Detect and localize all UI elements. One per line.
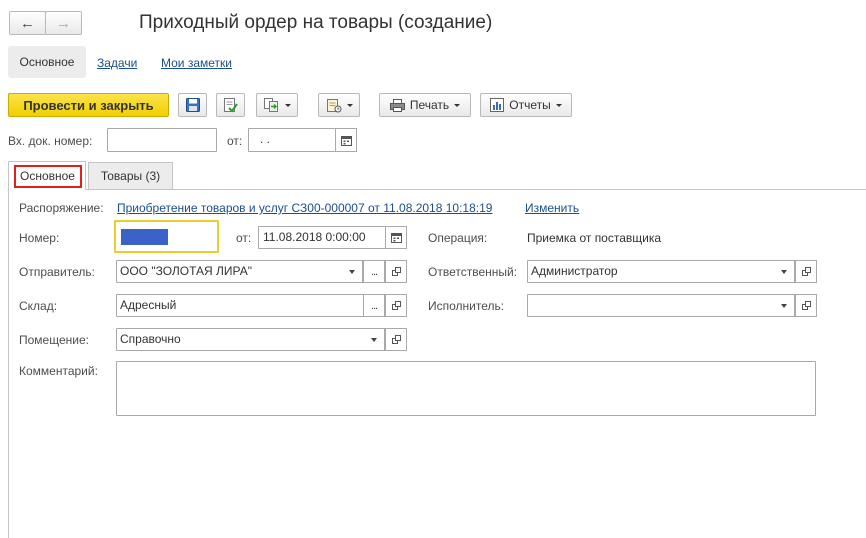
calendar-icon — [340, 135, 352, 146]
date-picker-button[interactable] — [385, 226, 407, 249]
open-icon — [801, 267, 811, 276]
calendar-icon — [390, 233, 402, 243]
forward-button[interactable]: → — [45, 11, 82, 35]
arrow-left-icon: ← — [20, 14, 35, 32]
order-link[interactable]: Приобретение товаров и услуг СЗ00-000007… — [117, 201, 492, 215]
sender-input[interactable]: ООО "ЗОЛОТАЯ ЛИРА" — [116, 260, 364, 283]
incoming-number-label: Вх. док. номер: — [8, 134, 93, 148]
chevron-down-icon — [780, 269, 787, 274]
printer-icon — [389, 98, 405, 112]
incoming-date-input[interactable]: . . — [248, 128, 336, 152]
date-label: от: — [236, 231, 252, 245]
post-and-close-label: Провести и закрыть — [23, 97, 154, 113]
post-document-icon — [224, 97, 238, 113]
responsible-open-button[interactable] — [795, 260, 817, 283]
sender-dropdown-button[interactable] — [341, 260, 363, 283]
room-label: Помещение: — [19, 333, 89, 347]
chevron-down-icon — [780, 303, 787, 308]
warehouse-select-button[interactable]: ... — [363, 294, 385, 317]
warehouse-value: Адресный — [120, 298, 177, 312]
reports-button[interactable]: Отчеты — [480, 93, 572, 117]
incoming-date-label: от: — [227, 134, 243, 148]
responsible-dropdown-button[interactable] — [773, 260, 795, 283]
responsible-label: Ответственный: — [428, 265, 518, 279]
sender-open-button[interactable] — [385, 260, 407, 283]
tab-panel-border — [8, 189, 9, 538]
create-based-on-icon — [263, 98, 278, 112]
chevron-down-icon — [555, 103, 562, 107]
save-button[interactable] — [178, 93, 207, 117]
incoming-number-input-text[interactable] — [111, 129, 213, 151]
order-label: Распоряжение: — [19, 201, 104, 215]
room-value: Справочно — [120, 332, 181, 346]
back-button[interactable]: ← — [9, 11, 46, 35]
sender-select-button[interactable]: ... — [363, 260, 385, 283]
open-icon — [391, 335, 401, 344]
create-based-on-button[interactable] — [256, 93, 298, 117]
number-input[interactable] — [114, 220, 219, 253]
attachments-button[interactable] — [318, 93, 360, 117]
tab-goods[interactable]: Товары (3) — [88, 162, 173, 189]
open-icon — [391, 301, 401, 310]
number-label: Номер: — [19, 231, 60, 245]
change-link[interactable]: Изменить — [525, 201, 579, 215]
date-value: 11.08.2018 0:00:00 — [263, 230, 366, 244]
print-label: Печать — [409, 98, 450, 112]
report-icon — [490, 98, 505, 112]
chevron-down-icon — [284, 103, 291, 107]
tab-main-label: Основное — [20, 169, 75, 183]
number-redaction — [121, 229, 168, 245]
incoming-date-value: . . — [260, 132, 271, 146]
document-clip-icon — [326, 98, 341, 112]
ellipsis-icon: ... — [370, 265, 378, 278]
incoming-date-picker-button[interactable] — [335, 128, 357, 152]
chevron-down-icon — [370, 337, 377, 342]
nav-tab-tasks[interactable]: Задачи — [97, 56, 137, 70]
executor-dropdown-button[interactable] — [773, 294, 795, 317]
nav-tab-main-label: Основное — [19, 55, 75, 69]
chevron-down-icon — [348, 269, 355, 274]
tab-goods-label: Товары (3) — [100, 169, 161, 183]
room-dropdown-button[interactable] — [363, 328, 385, 351]
chevron-down-icon — [346, 103, 353, 107]
sender-label: Отправитель: — [19, 265, 95, 279]
tabs-baseline — [8, 189, 866, 190]
comment-label: Комментарий: — [19, 364, 98, 378]
comment-textarea[interactable] — [116, 361, 816, 416]
room-input[interactable]: Справочно — [116, 328, 364, 351]
ellipsis-icon: ... — [370, 299, 378, 312]
floppy-disk-icon — [185, 98, 200, 112]
post-and-close-button[interactable]: Провести и закрыть — [8, 93, 169, 117]
warehouse-open-button[interactable] — [385, 294, 407, 317]
nav-tab-notes[interactable]: Мои заметки — [161, 56, 232, 70]
executor-label: Исполнитель: — [428, 299, 505, 313]
operation-label: Операция: — [428, 231, 488, 245]
post-button[interactable] — [216, 93, 245, 117]
reports-label: Отчеты — [509, 98, 551, 112]
responsible-value: Администратор — [531, 264, 618, 278]
arrow-right-icon: → — [56, 14, 71, 32]
warehouse-label: Склад: — [19, 299, 58, 313]
open-icon — [801, 301, 811, 310]
window-title: Приходный ордер на товары (создание) — [139, 12, 493, 33]
tab-main[interactable]: Основное — [8, 161, 86, 190]
warehouse-input[interactable]: Адресный — [116, 294, 364, 317]
responsible-input[interactable]: Администратор — [527, 260, 774, 283]
executor-open-button[interactable] — [795, 294, 817, 317]
chevron-down-icon — [454, 103, 461, 107]
print-button[interactable]: Печать — [379, 93, 471, 117]
open-icon — [391, 267, 401, 276]
incoming-number-input[interactable] — [107, 128, 217, 152]
operation-value: Приемка от поставщика — [527, 231, 662, 245]
executor-input[interactable] — [527, 294, 774, 317]
nav-tab-main[interactable]: Основное — [8, 46, 86, 78]
room-open-button[interactable] — [385, 328, 407, 351]
date-input[interactable]: 11.08.2018 0:00:00 — [258, 226, 386, 249]
sender-value: ООО "ЗОЛОТАЯ ЛИРА" — [120, 264, 253, 278]
comment-textarea-text[interactable] — [117, 362, 815, 415]
